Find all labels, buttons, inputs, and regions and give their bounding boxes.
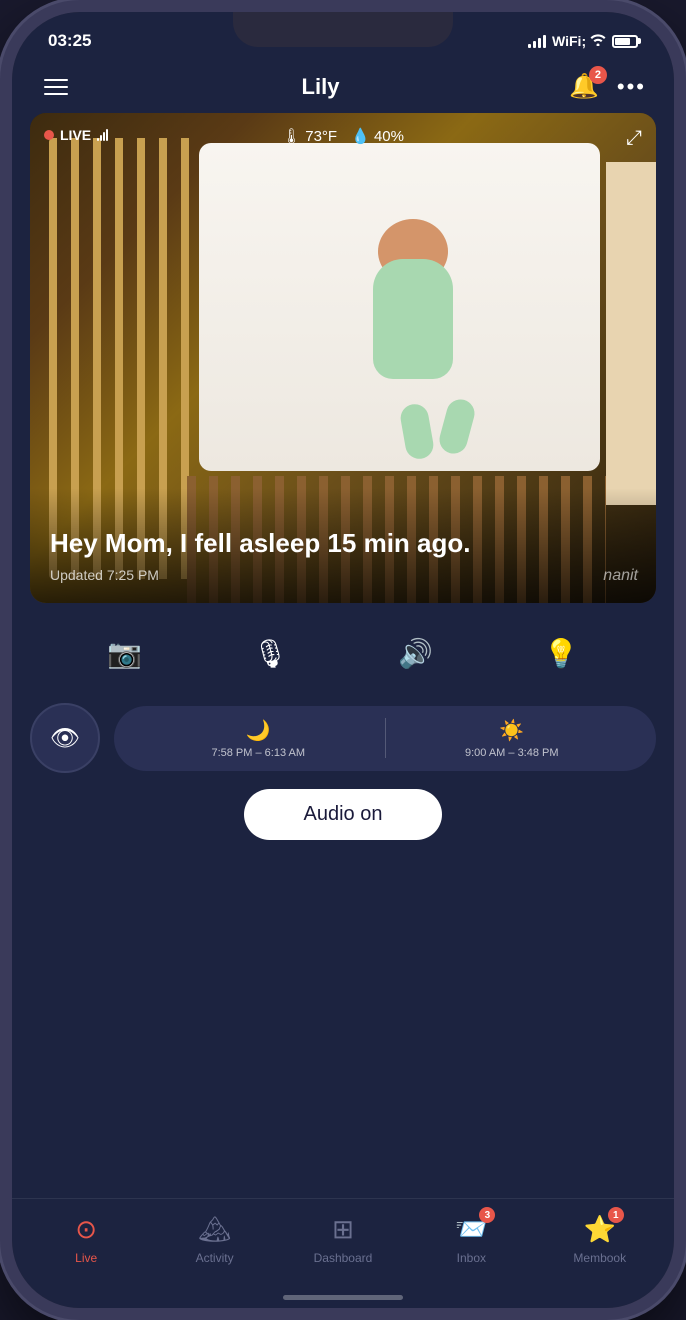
microphone-button[interactable]: 🎙 <box>244 627 296 679</box>
nap-time: 9:00 AM – 3:48 PM <box>465 747 559 759</box>
camera-caption: Hey Mom, I fell asleep 15 min ago. Updat… <box>30 488 656 603</box>
crib-wall-right <box>606 162 656 505</box>
status-time: 03:25 <box>48 31 91 51</box>
nav-inbox-icon-wrap: 📨 3 <box>449 1211 493 1247</box>
phone-screen: 03:25 WiFi; Lily <box>12 12 674 1308</box>
nav-dashboard[interactable]: ⊞ Dashboard <box>308 1211 378 1265</box>
nav-live-label: Live <box>75 1251 97 1265</box>
volume-button <box>7 212 11 272</box>
inbox-badge: 3 <box>479 1207 495 1223</box>
audio-pill-container: Audio on <box>30 789 656 840</box>
phone-frame: 03:25 WiFi; Lily <box>0 0 686 1320</box>
notification-button[interactable]: 🔔 2 <box>569 72 599 101</box>
live-indicator: LIVE <box>44 127 108 143</box>
nav-live-icon-wrap: ⊙ <box>64 1211 108 1247</box>
nav-live[interactable]: ⊙ Live <box>51 1211 121 1265</box>
baby-body <box>373 259 453 379</box>
header-right: 🔔 2 ••• <box>569 72 646 101</box>
baby-arm-right <box>402 306 440 337</box>
live-nav-icon: ⊙ <box>75 1214 97 1245</box>
nav-membook-label: Membook <box>573 1251 626 1265</box>
camera-background: LIVE 🌡 73°F 💧 40% ⤢ <box>30 113 656 603</box>
audio-toggle-label: Audio on <box>304 803 383 825</box>
baby-arm-left <box>372 306 410 337</box>
light-icon: 💡 <box>544 637 579 670</box>
baby-figure <box>343 219 483 439</box>
sleep-timeline[interactable]: 🌙 7:58 PM – 6:13 AM ☀️ 9:00 AM – 3:48 PM <box>114 706 656 771</box>
nav-membook-icon-wrap: ⭐ 1 <box>578 1211 622 1247</box>
bottom-navigation: ⊙ Live 🏔 Activity ⊞ Dashboard 📨 3 <box>12 1198 674 1295</box>
snapshot-button[interactable]: 📷 <box>99 627 151 679</box>
signal-icon <box>528 34 546 48</box>
crib-mattress <box>199 143 600 471</box>
last-updated-text: Updated 7:25 PM <box>50 567 636 583</box>
fullscreen-button[interactable]: ⤢ <box>626 127 642 150</box>
nav-activity-icon-wrap: 🏔 <box>193 1211 237 1247</box>
nav-membook[interactable]: ⭐ 1 Membook <box>565 1211 635 1265</box>
power-button <box>675 232 679 332</box>
eye-tracking-button[interactable]: 👁 <box>30 703 100 773</box>
more-options-button[interactable]: ••• <box>617 74 646 100</box>
controls-row: 📷 🎙 🔊 💡 <box>12 603 674 703</box>
temperature-display: 🌡 73°F <box>282 127 337 145</box>
dashboard-nav-icon: ⊞ <box>332 1214 354 1245</box>
speaker-button[interactable]: 🔊 <box>390 627 442 679</box>
nav-dashboard-label: Dashboard <box>314 1251 373 1265</box>
camera-icon: 📷 <box>107 637 142 670</box>
baby-leg-left <box>399 402 436 461</box>
weather-info: 🌡 73°F 💧 40% <box>282 127 404 145</box>
battery-icon <box>612 35 638 48</box>
nav-inbox[interactable]: 📨 3 Inbox <box>436 1211 506 1265</box>
sleep-tracker-row: 👁 🌙 7:58 PM – 6:13 AM ☀️ 9:00 AM – 3:48 … <box>12 703 674 773</box>
nav-dashboard-icon-wrap: ⊞ <box>321 1211 365 1247</box>
microphone-icon: 🎙 <box>252 637 288 670</box>
nav-activity[interactable]: 🏔 Activity <box>180 1211 250 1265</box>
menu-button[interactable] <box>40 75 72 99</box>
battery-fill <box>615 38 630 45</box>
light-button[interactable]: 💡 <box>535 627 587 679</box>
signal-strength-icon <box>97 129 108 141</box>
audio-toggle-button[interactable]: Audio on <box>244 789 443 840</box>
activity-nav-icon: 🏔 <box>198 1214 231 1245</box>
camera-feed[interactable]: LIVE 🌡 73°F 💧 40% ⤢ <box>30 113 656 603</box>
eye-icon: 👁 <box>50 724 80 753</box>
page-title: Lily <box>302 74 340 100</box>
sleep-status-text: Hey Mom, I fell asleep 15 min ago. <box>50 528 636 559</box>
moon-icon: 🌙 <box>246 718 271 743</box>
notch <box>233 12 453 47</box>
home-indicator[interactable] <box>283 1295 403 1300</box>
live-label: LIVE <box>60 127 91 143</box>
sun-icon: ☀️ <box>499 718 524 743</box>
notification-badge: 2 <box>589 66 607 84</box>
wifi-icon: WiFi; <box>552 33 606 49</box>
live-dot <box>44 130 54 140</box>
speaker-icon: 🔊 <box>398 637 433 670</box>
membook-badge: 1 <box>608 1207 624 1223</box>
timeline-night-segment: 🌙 7:58 PM – 6:13 AM <box>132 718 385 759</box>
nav-inbox-label: Inbox <box>457 1251 486 1265</box>
nanit-watermark: nanit <box>603 567 638 585</box>
timeline-day-segment: ☀️ 9:00 AM – 3:48 PM <box>386 718 639 759</box>
humidity-display: 💧 40% <box>351 127 404 145</box>
nav-activity-label: Activity <box>196 1251 234 1265</box>
sleep-start-time: 7:58 PM – 6:13 AM <box>211 747 305 759</box>
app-header: Lily 🔔 2 ••• <box>12 64 674 113</box>
baby-leg-right <box>437 396 478 456</box>
status-icons: WiFi; <box>528 33 638 49</box>
